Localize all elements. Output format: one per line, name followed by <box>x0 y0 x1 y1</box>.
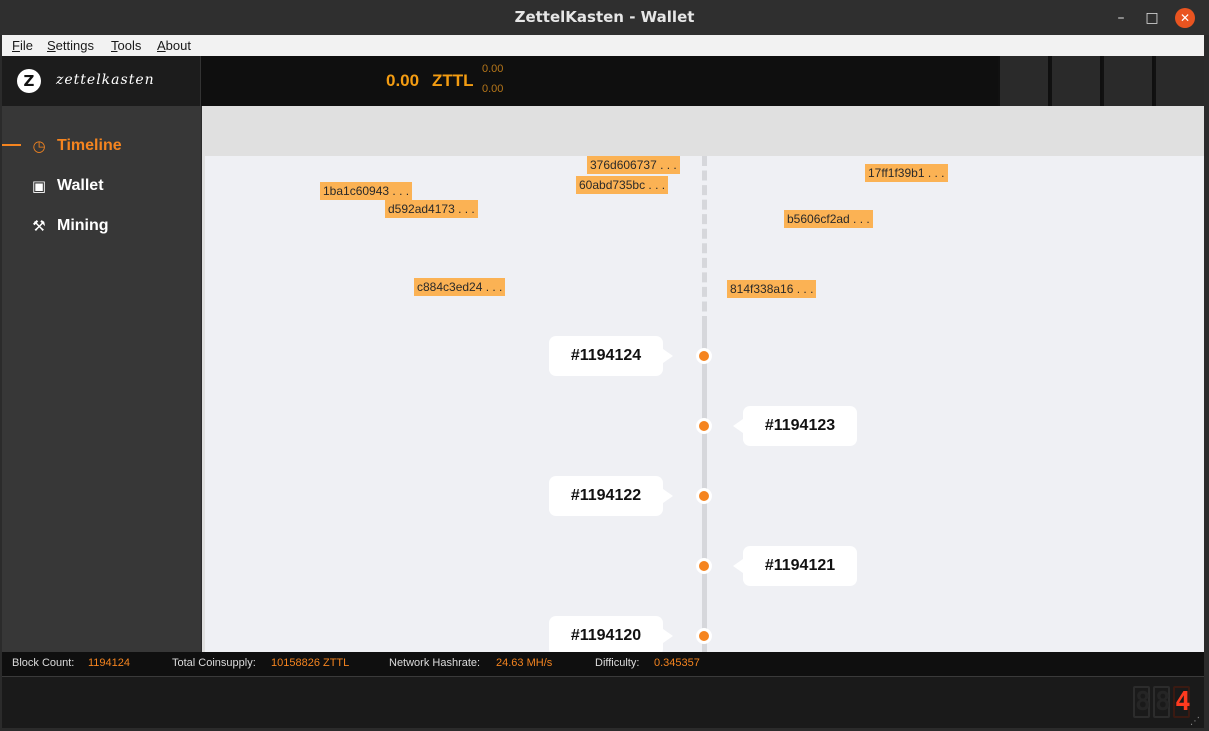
block-dot <box>696 418 712 434</box>
tx-tag[interactable]: 17ff1f39b1 . . . <box>865 164 948 182</box>
block-count-label: Block Count: <box>12 657 75 669</box>
block-dot <box>696 488 712 504</box>
balance-sub-2: 0.00 <box>482 83 504 95</box>
close-button[interactable]: ✕ <box>1175 8 1195 28</box>
header-button-2[interactable] <box>1050 56 1100 106</box>
sidebar-item-label: Timeline <box>57 137 122 154</box>
sidebar: ◷ Timeline ▣ Wallet ⚒ Mining <box>2 106 201 652</box>
coinsupply-value: 10158826 ZTTL <box>271 657 350 669</box>
block-dot <box>696 348 712 364</box>
block-card[interactable]: #1194121 <box>733 546 857 586</box>
header-button-4[interactable] <box>1154 56 1204 106</box>
timeline-line-pending <box>702 156 707 326</box>
minimize-button[interactable]: – <box>1111 8 1131 28</box>
menu-file[interactable]: File <box>12 38 33 53</box>
block-card[interactable]: #1194123 <box>733 406 857 446</box>
block-dot <box>696 628 712 644</box>
segment-digit: 4 <box>1173 686 1191 718</box>
timeline-view: 376d606737 . . . 60abd735bc . . . 17ff1f… <box>202 106 1204 652</box>
header-button-1[interactable] <box>998 56 1048 106</box>
timeline-toolbar <box>205 106 1204 156</box>
logo-text: zettelkasten <box>56 72 155 88</box>
difficulty-value: 0.345357 <box>654 657 700 669</box>
tools-icon: ⚒ <box>32 217 46 235</box>
segment-digit: 8 <box>1153 686 1171 718</box>
tx-tag[interactable]: 376d606737 . . . <box>587 156 680 174</box>
block-count-value: 1194124 <box>88 657 131 669</box>
window-titlebar: ZettelKasten - Wallet – □ ✕ <box>0 0 1209 35</box>
tx-tag[interactable]: c884c3ed24 . . . <box>414 278 506 296</box>
sidebar-item-timeline[interactable]: ◷ Timeline <box>2 132 201 162</box>
tx-tag[interactable]: b5606cf2ad . . . <box>784 210 873 228</box>
maximize-button[interactable]: □ <box>1142 8 1162 28</box>
logo-area: Z zettelkasten <box>2 56 201 106</box>
menu-tools[interactable]: Tools <box>111 38 141 53</box>
coinsupply-label: Total Coinsupply: <box>172 657 256 669</box>
menu-settings[interactable]: Settings <box>47 38 94 53</box>
tx-tag[interactable]: 1ba1c60943 . . . <box>320 182 413 200</box>
block-card[interactable]: #1194122 <box>549 476 673 516</box>
sidebar-item-label: Mining <box>57 217 109 234</box>
menu-about[interactable]: About <box>157 38 191 53</box>
difficulty-label: Difficulty: <box>595 657 640 669</box>
balance-unit: ZTTL <box>432 71 474 90</box>
tx-tag[interactable]: 60abd735bc . . . <box>576 176 669 194</box>
block-card[interactable]: #1194124 <box>549 336 673 376</box>
balance-sub-1: 0.00 <box>482 63 504 75</box>
window-title: ZettelKasten - Wallet <box>514 8 695 26</box>
bottom-panel: 8 8 4 <box>2 676 1204 728</box>
status-bar: Block Count: 1194124 Total Coinsupply: 1… <box>2 652 1204 676</box>
resize-grip-icon[interactable]: ⋰ <box>1190 716 1202 728</box>
sidebar-item-mining[interactable]: ⚒ Mining <box>2 212 201 242</box>
menu-bar: File Settings Tools About <box>2 35 1204 56</box>
logo-icon: Z <box>17 69 41 93</box>
clock-icon: ◷ <box>32 137 46 155</box>
hashrate-value: 24.63 MH/s <box>496 657 553 669</box>
header-button-3[interactable] <box>1102 56 1152 106</box>
sidebar-item-wallet[interactable]: ▣ Wallet <box>2 172 201 202</box>
balance-amount: 0.00 <box>386 71 420 90</box>
sidebar-item-label: Wallet <box>57 177 104 194</box>
header: Z zettelkasten 0.00 ZTTL 0.00 0.00 <box>2 56 1204 106</box>
tx-tag[interactable]: 814f338a16 . . . <box>727 280 817 298</box>
tx-tag[interactable]: d592ad4173 . . . <box>385 200 478 218</box>
segment-digit: 8 <box>1133 686 1151 718</box>
hashrate-label: Network Hashrate: <box>389 657 481 669</box>
wallet-icon: ▣ <box>31 177 47 195</box>
block-dot <box>696 558 712 574</box>
block-card[interactable]: #1194120 <box>549 616 673 652</box>
